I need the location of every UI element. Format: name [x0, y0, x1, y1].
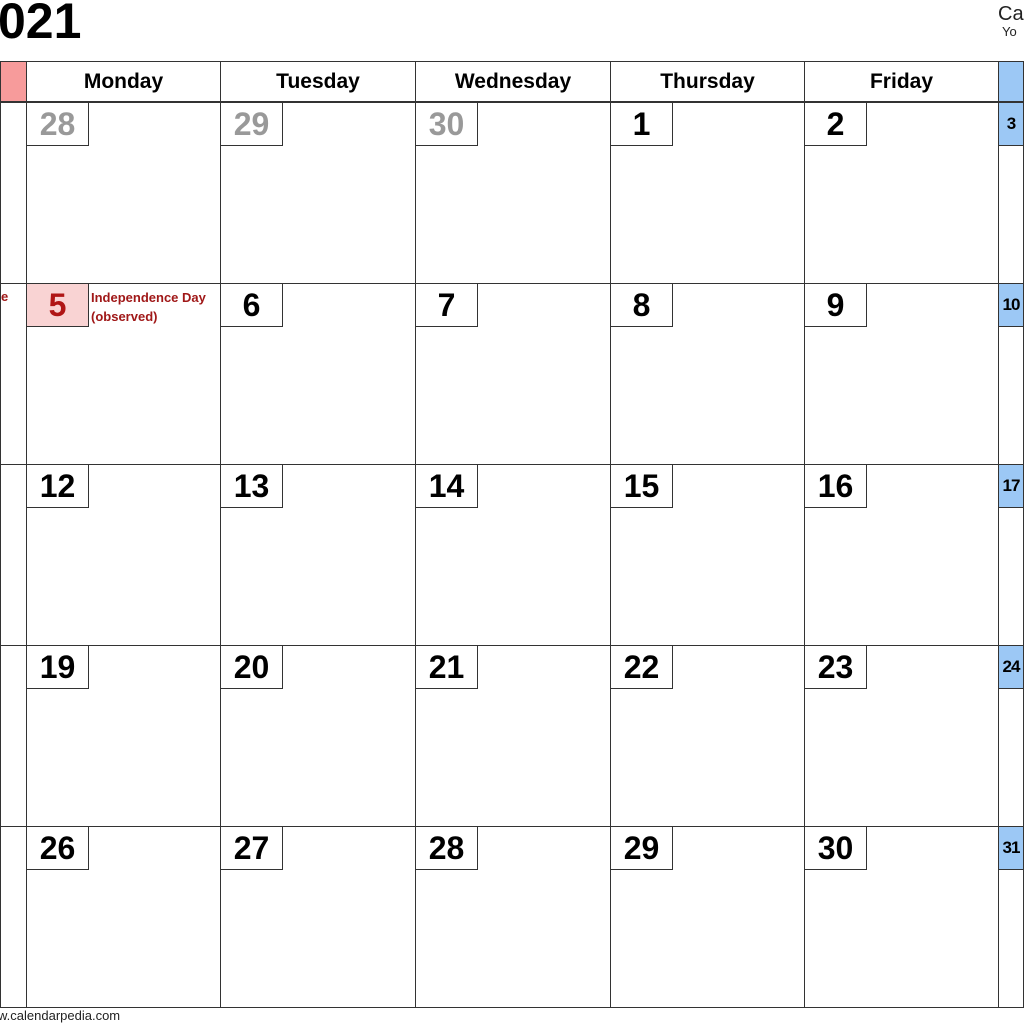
day-number: 8 [611, 284, 673, 327]
day-cell[interactable]: 17 [998, 464, 1024, 646]
day-number: 3 [999, 103, 1023, 146]
day-number: 30 [805, 827, 867, 870]
day-number: 1 [611, 103, 673, 146]
day-cell[interactable]: 19 [26, 645, 221, 827]
day-number: 31 [999, 827, 1023, 870]
header-friday: Friday [804, 61, 999, 102]
brand-logo-text: Ca [998, 3, 1024, 25]
day-number: 15 [611, 465, 673, 508]
day-cell[interactable]: 13 [220, 464, 416, 646]
header-tuesday: Tuesday [220, 61, 416, 102]
day-cell[interactable]: 2 [804, 102, 999, 284]
day-cell[interactable]: 14 [415, 464, 611, 646]
day-cell[interactable]: 30 [804, 826, 999, 1008]
day-number: 29 [221, 103, 283, 146]
holiday-note-sunday: e [1, 289, 9, 304]
day-cell[interactable]: 22 [610, 645, 805, 827]
day-cell[interactable]: 12 [26, 464, 221, 646]
day-cell[interactable]: 3 [998, 102, 1024, 284]
day-cell[interactable] [0, 102, 27, 284]
day-cell[interactable]: 7 [415, 283, 611, 465]
day-number: 13 [221, 465, 283, 508]
day-cell[interactable] [0, 464, 27, 646]
day-cell[interactable]: 8 [610, 283, 805, 465]
day-number: 23 [805, 646, 867, 689]
day-number: 22 [611, 646, 673, 689]
day-cell[interactable] [0, 826, 27, 1008]
day-cell[interactable]: 6 [220, 283, 416, 465]
header-saturday [998, 61, 1024, 102]
day-number: 26 [27, 827, 89, 870]
day-cell[interactable]: 20 [220, 645, 416, 827]
header-wednesday: Wednesday [415, 61, 611, 102]
day-cell[interactable]: 29 [220, 102, 416, 284]
brand-tagline: Yo [1002, 24, 1017, 39]
day-number: 9 [805, 284, 867, 327]
day-number: 24 [999, 646, 1023, 689]
day-number: 28 [416, 827, 478, 870]
day-number: 7 [416, 284, 478, 327]
day-number: 14 [416, 465, 478, 508]
day-cell[interactable]: 9 [804, 283, 999, 465]
day-number: 27 [221, 827, 283, 870]
holiday-label: Independence Day (observed) [91, 290, 206, 324]
header-monday: Monday [26, 61, 221, 102]
day-cell[interactable]: 10 [998, 283, 1024, 465]
day-number: 6 [221, 284, 283, 327]
header-thursday: Thursday [610, 61, 805, 102]
day-cell[interactable]: 15 [610, 464, 805, 646]
day-cell[interactable]: 31 [998, 826, 1024, 1008]
day-cell[interactable]: 28 [26, 102, 221, 284]
day-cell[interactable]: 16 [804, 464, 999, 646]
header-sunday [0, 61, 27, 102]
day-cell[interactable]: 21 [415, 645, 611, 827]
day-number: 2 [805, 103, 867, 146]
day-number: 28 [27, 103, 89, 146]
day-cell[interactable]: 29 [610, 826, 805, 1008]
day-number: 10 [999, 284, 1023, 327]
day-cell[interactable]: 26 [26, 826, 221, 1008]
footer-url: w.calendarpedia.com [0, 1008, 121, 1023]
day-number: 29 [611, 827, 673, 870]
day-cell[interactable]: 23 [804, 645, 999, 827]
day-number: 21 [416, 646, 478, 689]
day-number: 5 [27, 284, 89, 327]
day-number: 12 [27, 465, 89, 508]
day-cell[interactable]: 30 [415, 102, 611, 284]
day-cell[interactable]: 24 [998, 645, 1024, 827]
day-cell[interactable]: Independence Day (observed) 5 [26, 283, 221, 465]
day-number: 20 [221, 646, 283, 689]
day-number: 30 [416, 103, 478, 146]
day-cell[interactable] [0, 645, 27, 827]
calendar-title: 021 [0, 0, 82, 49]
day-number: 17 [999, 465, 1023, 508]
day-number: 19 [27, 646, 89, 689]
day-cell[interactable]: 28 [415, 826, 611, 1008]
day-number: 16 [805, 465, 867, 508]
day-cell[interactable]: e [0, 283, 27, 465]
day-cell[interactable]: 27 [220, 826, 416, 1008]
day-cell[interactable]: 1 [610, 102, 805, 284]
